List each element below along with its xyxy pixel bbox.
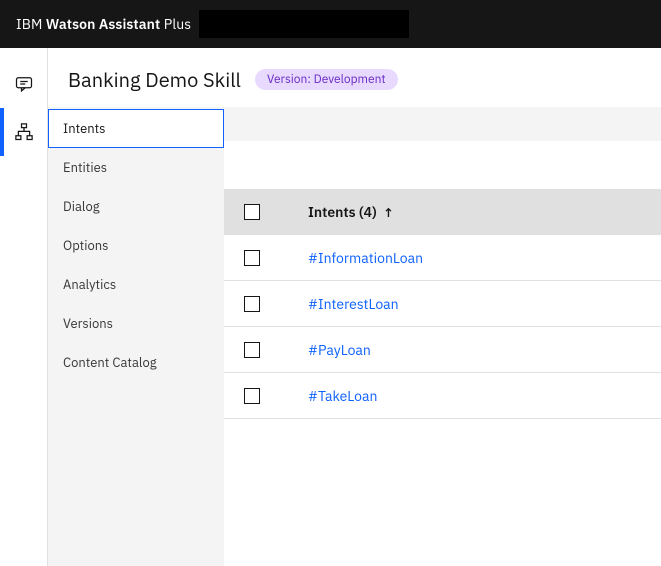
skill-side-nav: Intents Entities Dialog Options Analytic… xyxy=(48,107,224,566)
top-bar: IBM Watson Assistant Plus xyxy=(0,0,661,48)
row-checkbox[interactable] xyxy=(244,250,260,266)
skill-title: Banking Demo Skill xyxy=(68,66,241,93)
nav-content-catalog[interactable]: Content Catalog xyxy=(48,343,224,382)
table-header: Intents (4) ↑ xyxy=(224,189,661,235)
rail-assistants[interactable] xyxy=(0,60,48,108)
product-brand: IBM Watson Assistant Plus xyxy=(16,15,191,33)
select-all-checkbox[interactable] xyxy=(244,204,260,220)
left-rail xyxy=(0,48,48,566)
column-intents[interactable]: Intents (4) ↑ xyxy=(308,203,394,221)
column-intents-label: Intents (4) xyxy=(308,203,377,221)
nav-analytics[interactable]: Analytics xyxy=(48,265,224,304)
row-checkbox[interactable] xyxy=(244,296,260,312)
table-row: #PayLoan xyxy=(224,327,661,373)
skill-header: Banking Demo Skill Version: Development xyxy=(48,48,661,107)
table-row: #InformationLoan xyxy=(224,235,661,281)
rail-skills[interactable] xyxy=(0,108,48,156)
table-row: #InterestLoan xyxy=(224,281,661,327)
row-checkbox[interactable] xyxy=(244,388,260,404)
brand-suffix: Plus xyxy=(160,15,191,33)
toolbar-strip xyxy=(224,107,661,141)
main-pane: Intents (4) ↑ #InformationLoan #Interest… xyxy=(224,107,661,566)
table-row: #TakeLoan xyxy=(224,373,661,419)
search-area-placeholder xyxy=(224,141,661,189)
version-badge: Version: Development xyxy=(255,69,398,90)
nav-options[interactable]: Options xyxy=(48,226,224,265)
sort-asc-icon: ↑ xyxy=(383,204,394,221)
intent-link[interactable]: #InterestLoan xyxy=(308,295,399,313)
redacted-area xyxy=(199,10,409,38)
row-checkbox[interactable] xyxy=(244,342,260,358)
nav-intents[interactable]: Intents xyxy=(48,109,224,148)
intent-link[interactable]: #TakeLoan xyxy=(308,387,377,405)
chat-icon xyxy=(14,74,34,94)
nav-versions[interactable]: Versions xyxy=(48,304,224,343)
nav-dialog[interactable]: Dialog xyxy=(48,187,224,226)
nav-entities[interactable]: Entities xyxy=(48,148,224,187)
brand-prefix: IBM xyxy=(16,15,46,33)
intent-link[interactable]: #PayLoan xyxy=(308,341,371,359)
hierarchy-icon xyxy=(14,122,34,142)
intent-link[interactable]: #InformationLoan xyxy=(308,249,423,267)
brand-bold: Watson Assistant xyxy=(46,15,161,33)
